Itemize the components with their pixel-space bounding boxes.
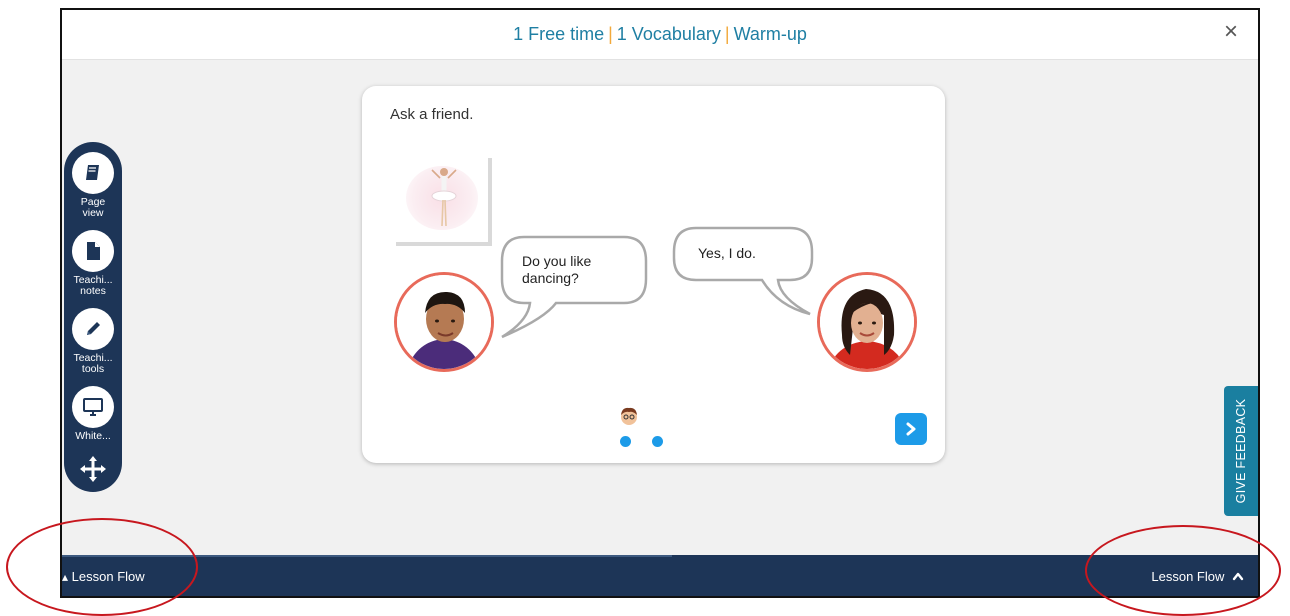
monitor-icon	[72, 386, 114, 428]
app-window: 1 Free time | 1 Vocabulary | Warm-up × Page v…	[60, 8, 1260, 598]
top-header: 1 Free time | 1 Vocabulary | Warm-up ×	[62, 10, 1258, 60]
page-view-label: Page view	[80, 196, 106, 219]
book-icon	[72, 152, 114, 194]
activity-card: Ask a friend. Do you like dancing? Yes, …	[362, 86, 945, 463]
chevron-up-icon: ▴	[62, 570, 69, 584]
close-button[interactable]: ×	[1224, 20, 1238, 44]
chevron-up-icon	[1232, 572, 1244, 581]
chevron-right-icon	[906, 422, 916, 436]
lesson-title: 1 Free time | 1 Vocabulary | Warm-up	[62, 24, 1258, 45]
lesson-flow-left-label: Lesson Flow	[71, 569, 145, 584]
teaching-tools-button[interactable]: Teachi... tools	[64, 308, 122, 375]
whiteboard-label: White...	[75, 430, 111, 442]
whiteboard-button[interactable]: White...	[64, 386, 122, 442]
document-icon	[72, 230, 114, 272]
teaching-notes-label: Teachi... notes	[73, 274, 113, 297]
girl-avatar	[817, 272, 917, 372]
next-button[interactable]	[895, 413, 927, 445]
title-separator: |	[608, 24, 613, 44]
question-speech-bubble: Do you like dancing?	[500, 235, 650, 340]
page-dot-1[interactable]	[620, 436, 631, 447]
lesson-flow-left-toggle[interactable]: ▴ Lesson Flow	[62, 569, 145, 584]
section-title: 1 Vocabulary	[616, 24, 721, 44]
character-face-icon	[618, 406, 640, 426]
answer-speech-bubble: Yes, I do.	[672, 226, 817, 316]
give-feedback-button[interactable]: GIVE FEEDBACK	[1224, 386, 1258, 516]
progress-line	[62, 555, 672, 557]
teaching-notes-button[interactable]: Teachi... notes	[64, 230, 122, 297]
ballerina-illustration	[431, 168, 457, 227]
page-view-button[interactable]: Page view	[64, 152, 122, 219]
boy-avatar	[394, 272, 494, 372]
ballet-dancer-image	[396, 158, 492, 246]
activity-title: Warm-up	[733, 24, 807, 44]
teacher-toolbar: Page view Teachi... notes Teachi... tools W…	[64, 142, 122, 492]
unit-title: 1 Free time	[513, 24, 605, 44]
give-feedback-label: GIVE FEEDBACK	[1234, 398, 1248, 504]
lesson-flow-bar: ▴ Lesson Flow Lesson Flow	[62, 555, 1258, 596]
lesson-flow-right-label: Lesson Flow	[1151, 569, 1225, 584]
question-text: Do you like dancing?	[522, 253, 592, 286]
page-dot-2[interactable]	[652, 436, 663, 447]
lesson-flow-right-toggle[interactable]: Lesson Flow	[1151, 569, 1244, 584]
answer-text: Yes, I do.	[698, 245, 756, 261]
activity-prompt: Ask a friend.	[390, 106, 474, 123]
title-separator: |	[724, 24, 730, 44]
pencil-icon	[72, 308, 114, 350]
move-arrows-icon[interactable]	[78, 454, 108, 484]
page-indicator	[618, 436, 668, 448]
teaching-tools-label: Teachi... tools	[73, 352, 113, 375]
